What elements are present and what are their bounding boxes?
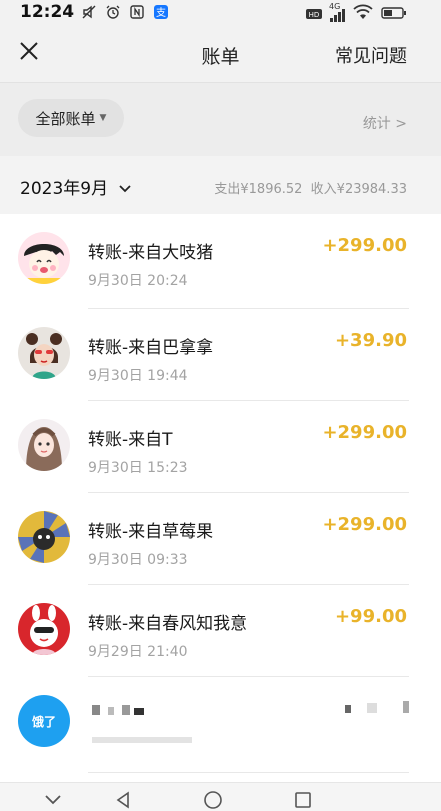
status-icons-left: 支 (80, 3, 170, 21)
month-bar: 2023年9月 支出¥1896.52 收入¥23984.33 (0, 156, 441, 214)
transaction-amount: +299.00 (322, 235, 407, 256)
transaction-title: 转账-来自巴拿拿 (88, 338, 214, 358)
obscured-amount (345, 705, 351, 713)
home-circle-icon (204, 791, 222, 809)
transaction-time: 9月30日 20:24 (88, 273, 188, 289)
avatar (18, 511, 70, 563)
transaction-time: 9月30日 19:44 (88, 368, 188, 384)
status-icons-right: HD 4G (306, 2, 407, 24)
obscured-title (134, 708, 144, 715)
transaction-amount: +99.00 (334, 606, 407, 627)
transaction-row[interactable]: 转账-来自春风知我意 9月29日 21:40 +99.00 (0, 585, 441, 677)
avatar-text: 饿了 (31, 714, 56, 729)
transaction-time: 9月30日 15:23 (88, 460, 188, 476)
status-time: 12:24 (20, 2, 75, 22)
obscured-time (92, 737, 192, 743)
signal-icon: 4G (329, 2, 345, 22)
battery-icon (381, 5, 407, 24)
avatar (18, 419, 70, 471)
nav-recents-button[interactable] (290, 789, 316, 811)
back-triangle-icon (116, 791, 129, 809)
transaction-amount: +299.00 (322, 514, 407, 535)
wifi-icon (353, 4, 373, 24)
nav-home-button[interactable] (200, 789, 226, 811)
transaction-row[interactable]: 转账-来自T 9月30日 15:23 +299.00 (0, 401, 441, 493)
avatar (18, 232, 70, 284)
transaction-title: 转账-来自春风知我意 (88, 614, 248, 634)
network-type: 4G (329, 2, 341, 11)
obscured-amount (367, 703, 377, 713)
obscured-title (108, 707, 114, 715)
transaction-row[interactable]: 转账-来自草莓果 9月30日 09:33 +299.00 (0, 493, 441, 585)
chevron-down-icon (118, 185, 131, 193)
transaction-amount: +299.00 (322, 422, 407, 443)
transaction-time: 9月29日 21:40 (88, 644, 188, 660)
svg-text:支: 支 (156, 7, 166, 19)
transaction-list: 转账-来自大吱猪 9月30日 20:24 +299.00 转账-来自巴拿拿 9月… (0, 214, 441, 773)
transaction-row[interactable]: 转账-来自大吱猪 9月30日 20:24 +299.00 (0, 214, 441, 309)
avatar: 饿了 (18, 695, 70, 747)
stats-link[interactable]: 统计 > (363, 113, 407, 133)
transaction-title: 转账-来自大吱猪 (88, 243, 214, 263)
system-nav-bar (0, 782, 441, 811)
obscured-title (92, 705, 100, 715)
status-bar: 12:24 支 HD 4G (0, 0, 441, 26)
mute-icon (80, 3, 98, 21)
nav-collapse-button[interactable] (40, 789, 66, 811)
transaction-row[interactable]: 转账-来自巴拿拿 9月30日 19:44 +39.90 (0, 309, 441, 401)
transaction-amount: +39.90 (334, 330, 407, 351)
caret-down-icon: ▼ (99, 113, 107, 123)
obscured-title (122, 705, 130, 715)
month-summary: 支出¥1896.52 收入¥23984.33 (214, 182, 407, 197)
nav-back-button[interactable] (110, 789, 136, 811)
month-selector[interactable]: 2023年9月 (20, 174, 132, 199)
alarm-icon (104, 3, 122, 21)
hd-icon: HD (306, 5, 322, 24)
avatar (18, 603, 70, 655)
recents-square-icon (295, 792, 311, 808)
filter-bar: 全部账单 ▼ 统计 > (0, 82, 441, 156)
svg-text:HD: HD (309, 11, 320, 19)
chevron-down-icon (45, 795, 61, 805)
transaction-title: 转账-来自草莓果 (88, 522, 214, 542)
faq-link[interactable]: 常见问题 (335, 42, 407, 68)
header: 账单 常见问题 (0, 26, 441, 82)
all-bills-filter[interactable]: 全部账单 ▼ (18, 99, 124, 137)
alipay-icon: 支 (152, 3, 170, 21)
obscured-amount (403, 701, 409, 713)
transaction-title: 转账-来自T (88, 430, 173, 450)
nfc-icon (128, 3, 146, 21)
divider (88, 772, 409, 773)
transaction-row-obscured[interactable]: 饿了 (0, 677, 441, 773)
all-bills-label: 全部账单 (35, 109, 96, 128)
avatar (18, 327, 70, 379)
transaction-time: 9月30日 09:33 (88, 552, 188, 568)
month-label: 2023年9月 (20, 179, 109, 199)
